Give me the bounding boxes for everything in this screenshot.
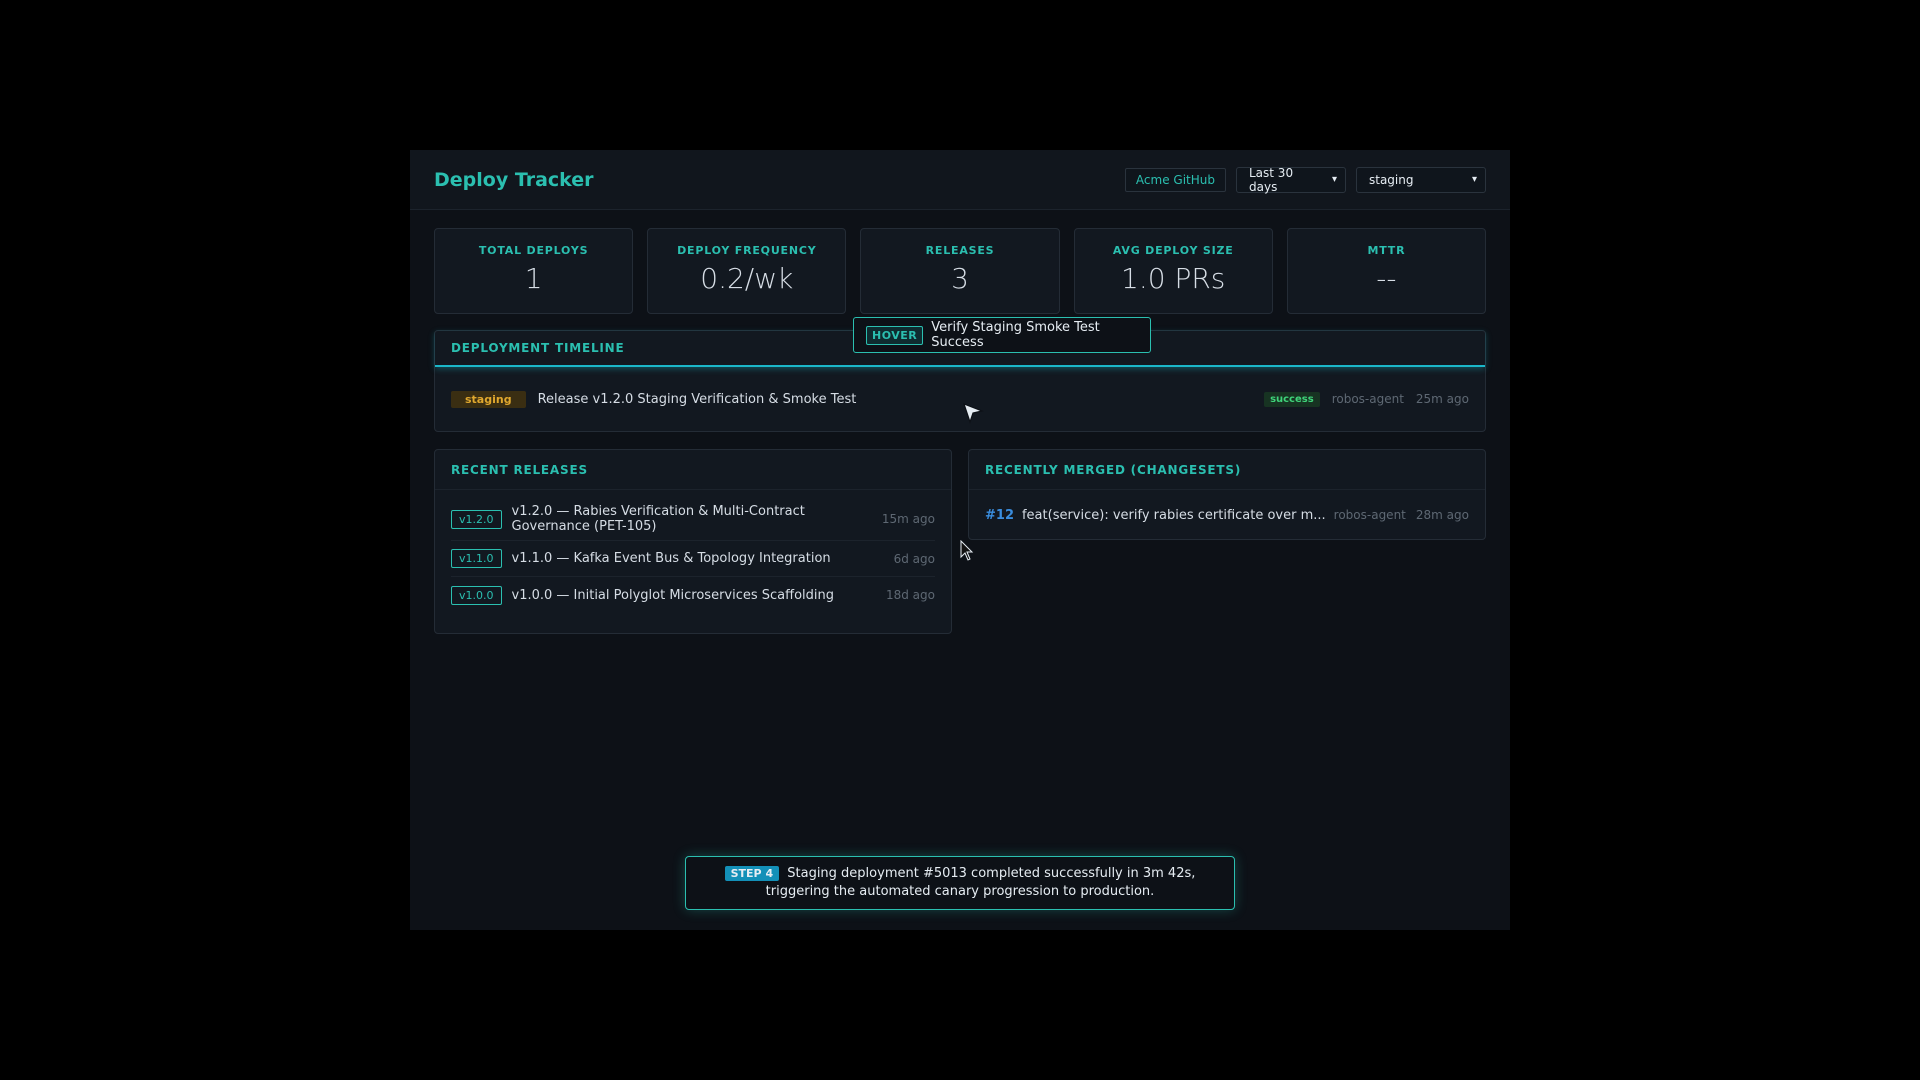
stat-card-releases: RELEASES 3 (860, 228, 1060, 314)
deployment-author: robos-agent (1331, 392, 1404, 406)
stat-label: TOTAL DEPLOYS (478, 244, 589, 257)
panel-title: RECENTLY MERGED (CHANGESETS) (985, 462, 1242, 477)
stat-card-mttr: MTTR -- (1286, 228, 1487, 314)
date-range-select[interactable]: Last 30 days ▾ (1236, 165, 1346, 194)
agent-cursor-icon (963, 402, 984, 424)
changeset-title: feat(service): verify rabies certificate… (1021, 507, 1326, 523)
stat-value: 3 (951, 262, 969, 295)
changeset-time: 28m ago (1415, 508, 1469, 522)
hover-tooltip: HOVER Verify Staging Smoke Test Success (853, 317, 1151, 353)
hover-tag: HOVER (866, 325, 924, 345)
app-header: Deploy Tracker Acme GitHub Last 30 days … (410, 150, 1510, 210)
release-tag: v1.2.0 (451, 509, 502, 529)
header-controls: Acme GitHub Last 30 days ▾ staging ▾ (1124, 165, 1486, 194)
stat-card-total-deploys: TOTAL DEPLOYS 1 (434, 228, 634, 314)
stat-label: AVG DEPLOY SIZE (1112, 244, 1234, 257)
recent-releases-panel: RECENT RELEASES v1.2.0 v1.2.0 — Rabies V… (434, 449, 952, 634)
chevron-down-icon: ▾ (1331, 174, 1337, 185)
date-range-value: Last 30 days (1249, 165, 1294, 194)
release-row[interactable]: v1.0.0 v1.0.0 — Initial Polyglot Microse… (451, 577, 935, 613)
hover-text: Verify Staging Smoke Test Success (931, 320, 1100, 350)
release-time: 15m ago (881, 512, 935, 526)
stat-value: 1 (524, 262, 543, 295)
panel-title: RECENT RELEASES (451, 462, 588, 477)
release-title: v1.0.0 — Initial Polyglot Microservices … (511, 587, 835, 603)
panel-title: DEPLOYMENT TIMELINE (451, 341, 625, 355)
environment-value: staging (1369, 172, 1414, 187)
step-caption: STEP 4 Staging deployment #5013 complete… (685, 856, 1235, 910)
stat-card-deploy-frequency: DEPLOY FREQUENCY 0.2/wk (647, 228, 847, 314)
stat-label: DEPLOY FREQUENCY (677, 244, 817, 257)
changeset-meta: robos-agent 28m ago (1334, 508, 1469, 522)
release-row[interactable]: v1.2.0 v1.2.0 — Rabies Verification & Mu… (451, 498, 935, 541)
org-button[interactable]: Acme GitHub (1124, 167, 1226, 192)
status-badge: success (1264, 391, 1320, 407)
deployment-time: 25m ago (1415, 392, 1469, 406)
recently-merged-panel: RECENTLY MERGED (CHANGESETS) #12 feat(se… (968, 449, 1486, 540)
stat-label: RELEASES (925, 244, 995, 257)
changeset-author: robos-agent (1333, 508, 1406, 522)
release-row[interactable]: v1.1.0 v1.1.0 — Kafka Event Bus & Topolo… (451, 541, 935, 577)
stat-label: MTTR (1367, 244, 1406, 257)
deployment-title: Release v1.2.0 Staging Verification & Sm… (537, 391, 857, 407)
stats-row: TOTAL DEPLOYS 1 DEPLOY FREQUENCY 0.2/wk … (434, 228, 1487, 314)
stat-value: 1.0 PRs (1121, 262, 1226, 295)
release-time: 18d ago (885, 588, 935, 602)
release-tag: v1.0.0 (451, 585, 502, 605)
timeline-row[interactable]: staging Release v1.2.0 Staging Verificat… (435, 367, 1485, 431)
step-tag: STEP 4 (724, 866, 780, 881)
releases-list: v1.2.0 v1.2.0 — Rabies Verification & Mu… (435, 490, 951, 613)
deployment-meta: success robos-agent 25m ago (1264, 391, 1469, 407)
changeset-row[interactable]: #12 feat(service): verify rabies certifi… (969, 490, 1485, 540)
stat-value: 0.2/wk (700, 262, 794, 295)
merged-header: RECENTLY MERGED (CHANGESETS) (969, 450, 1485, 490)
pr-number-link[interactable]: #12 (985, 508, 1014, 523)
app-title: Deploy Tracker (434, 168, 594, 191)
step-body: STEP 4 Staging deployment #5013 complete… (702, 865, 1218, 901)
stat-card-avg-deploy-size: AVG DEPLOY SIZE 1.0 PRs (1073, 228, 1273, 314)
environment-badge: staging (451, 390, 526, 408)
stat-value: -- (1376, 262, 1397, 295)
mouse-pointer-icon (960, 540, 974, 561)
release-tag: v1.1.0 (451, 549, 502, 568)
releases-header: RECENT RELEASES (435, 450, 951, 490)
release-title: v1.2.0 — Rabies Verification & Multi-Con… (511, 504, 805, 534)
chevron-down-icon: ▾ (1471, 174, 1477, 185)
release-title: v1.1.0 — Kafka Event Bus & Topology Inte… (511, 551, 831, 566)
environment-select[interactable]: staging ▾ (1356, 166, 1486, 193)
step-text: Staging deployment #5013 completed succe… (765, 866, 1196, 899)
release-time: 6d ago (893, 551, 935, 566)
